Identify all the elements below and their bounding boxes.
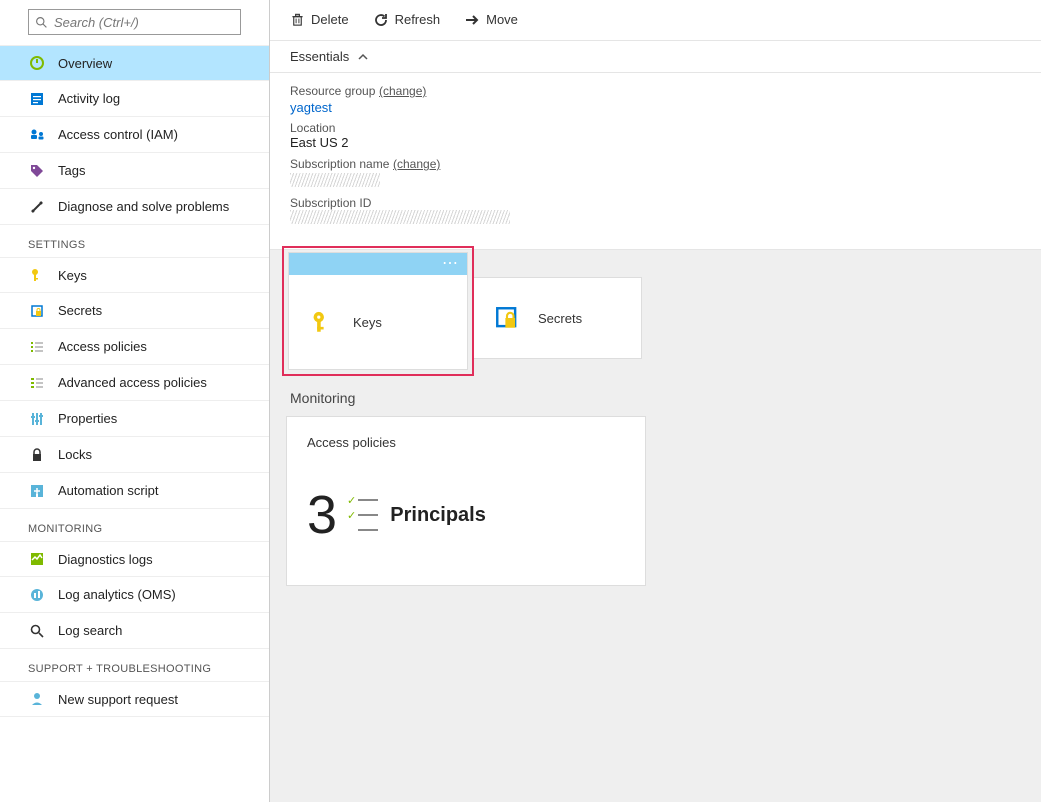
key-icon xyxy=(28,266,46,284)
list-icon xyxy=(28,338,46,356)
location-label: Location xyxy=(290,121,1021,135)
key-icon xyxy=(309,309,335,335)
sidebar-item-log-search[interactable]: Log search xyxy=(0,613,269,649)
diagnostics-icon xyxy=(28,550,46,568)
button-label: Delete xyxy=(311,12,349,27)
sidebar-item-label: Access policies xyxy=(58,339,147,354)
sidebar-item-label: Tags xyxy=(58,163,85,178)
access-control-icon xyxy=(28,126,46,144)
sidebar-item-access-policies[interactable]: Access policies xyxy=(0,329,269,365)
sidebar-item-label: Log search xyxy=(58,623,122,638)
chevron-up-icon xyxy=(357,51,369,63)
subscription-id-redacted xyxy=(290,210,510,224)
overview-icon xyxy=(28,54,46,72)
sidebar-item-label: Access control (IAM) xyxy=(58,127,178,142)
search-placeholder: Search (Ctrl+/) xyxy=(54,15,139,30)
essentials-label: Essentials xyxy=(290,49,349,64)
search-icon xyxy=(28,622,46,640)
resource-group-label: Resource group xyxy=(290,84,375,98)
sidebar-item-activity-log[interactable]: Activity log xyxy=(0,81,269,117)
tile-menu[interactable]: ⋯ xyxy=(289,253,467,275)
tiles-row: ⋯ Keys Secrets xyxy=(286,250,1025,376)
sidebar-item-label: Automation script xyxy=(58,483,158,498)
principals-label: Principals xyxy=(390,504,486,527)
resource-group-value[interactable]: yagtest xyxy=(290,100,1021,115)
button-label: Refresh xyxy=(395,12,441,27)
subscription-id-label: Subscription ID xyxy=(290,196,1021,210)
refresh-button[interactable]: Refresh xyxy=(373,12,441,28)
activity-log-icon xyxy=(28,90,46,108)
sidebar-item-label: Keys xyxy=(58,268,87,283)
analytics-icon xyxy=(28,586,46,604)
sidebar-item-overview[interactable]: Overview xyxy=(0,45,269,81)
sidebar-item-label: Activity log xyxy=(58,91,120,106)
sidebar-item-tags[interactable]: Tags xyxy=(0,153,269,189)
sidebar-item-label: Advanced access policies xyxy=(58,375,207,390)
section-title-settings: SETTINGS xyxy=(0,225,269,257)
sidebar-item-properties[interactable]: Properties xyxy=(0,401,269,437)
sidebar-item-label: Diagnostics logs xyxy=(58,552,153,567)
sidebar-item-advanced-policies[interactable]: Advanced access policies xyxy=(0,365,269,401)
sidebar-item-label: Properties xyxy=(58,411,117,426)
tag-icon xyxy=(28,162,46,180)
advanced-list-icon xyxy=(28,374,46,392)
sidebar-item-locks[interactable]: Locks xyxy=(0,437,269,473)
support-icon xyxy=(28,690,46,708)
keys-tile-highlight: ⋯ Keys xyxy=(282,246,474,376)
button-label: Move xyxy=(486,12,518,27)
section-title-monitoring: MONITORING xyxy=(0,509,269,541)
subscription-name-label: Subscription name xyxy=(290,157,389,171)
toolbar: Delete Refresh Move xyxy=(270,0,1041,40)
essentials-toggle[interactable]: Essentials xyxy=(270,40,1041,73)
policies-tile-title: Access policies xyxy=(307,435,625,450)
monitoring-section-title: Monitoring xyxy=(290,390,1025,406)
main-content: Delete Refresh Move Essentials Resource … xyxy=(270,0,1041,802)
checklist-icon: ✓ ✓ ✓ xyxy=(347,494,378,537)
principals-count: 3 xyxy=(307,484,337,546)
location-value: East US 2 xyxy=(290,135,1021,150)
keys-tile[interactable]: ⋯ Keys xyxy=(288,252,468,370)
sidebar: Search (Ctrl+/) Overview Activity log Ac… xyxy=(0,0,270,802)
delete-button[interactable]: Delete xyxy=(290,12,349,27)
secret-icon xyxy=(28,302,46,320)
search-icon xyxy=(35,16,48,29)
sidebar-item-label: Secrets xyxy=(58,303,102,318)
wrench-icon xyxy=(28,198,46,216)
search-input[interactable]: Search (Ctrl+/) xyxy=(28,9,241,35)
tile-label: Keys xyxy=(353,315,382,330)
essentials-panel: Resource group (change) yagtest Location… xyxy=(270,73,1041,250)
sidebar-item-keys[interactable]: Keys xyxy=(0,257,269,293)
access-policies-tile[interactable]: Access policies 3 ✓ ✓ ✓ Principals xyxy=(286,416,646,586)
change-subscription-link[interactable]: (change) xyxy=(393,157,440,171)
content-area: ⋯ Keys Secrets Monitoring Acces xyxy=(270,250,1041,802)
sidebar-item-log-analytics[interactable]: Log analytics (OMS) xyxy=(0,577,269,613)
trash-icon xyxy=(290,12,305,27)
sidebar-item-automation-script[interactable]: Automation script xyxy=(0,473,269,509)
sidebar-item-label: Locks xyxy=(58,447,92,462)
sidebar-item-label: Diagnose and solve problems xyxy=(58,199,229,214)
section-title-support: SUPPORT + TROUBLESHOOTING xyxy=(0,649,269,681)
refresh-icon xyxy=(373,12,389,28)
move-button[interactable]: Move xyxy=(464,12,518,28)
sidebar-item-label: New support request xyxy=(58,692,178,707)
secrets-tile[interactable]: Secrets xyxy=(474,277,642,359)
change-resource-group-link[interactable]: (change) xyxy=(379,84,426,98)
sidebar-item-secrets[interactable]: Secrets xyxy=(0,293,269,329)
tile-label: Secrets xyxy=(538,311,582,326)
script-icon xyxy=(28,482,46,500)
sidebar-item-label: Log analytics (OMS) xyxy=(58,587,176,602)
arrow-right-icon xyxy=(464,12,480,28)
properties-icon xyxy=(28,410,46,428)
sidebar-item-diagnose[interactable]: Diagnose and solve problems xyxy=(0,189,269,225)
sidebar-item-diagnostics-logs[interactable]: Diagnostics logs xyxy=(0,541,269,577)
sidebar-item-new-support-request[interactable]: New support request xyxy=(0,681,269,717)
lock-icon xyxy=(28,446,46,464)
secret-icon xyxy=(494,305,520,331)
sidebar-item-access-control[interactable]: Access control (IAM) xyxy=(0,117,269,153)
subscription-name-redacted xyxy=(290,173,380,187)
sidebar-item-label: Overview xyxy=(58,56,112,71)
